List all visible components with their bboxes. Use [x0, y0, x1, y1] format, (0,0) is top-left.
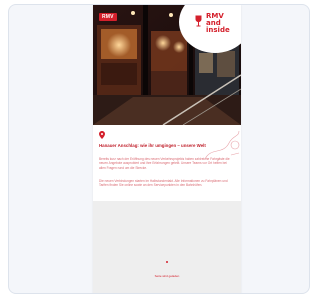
- empty-page-area: Seite wird geladen: [93, 201, 241, 293]
- article-paragraph-1: Bereits kurz nach der Eröffnung des neue…: [99, 157, 230, 170]
- logo-wordmark: RMV and inside: [206, 13, 236, 34]
- article-content: Hanauer Anschlag: wie ihr umgingen – uns…: [93, 125, 241, 201]
- hero-image: RMV RMV and inside: [93, 5, 241, 125]
- footer-mark: Seite wird geladen: [93, 261, 241, 282]
- article-headline: Hanauer Anschlag: wie ihr umgingen – uns…: [99, 143, 206, 148]
- wine-glass-icon: [195, 15, 202, 27]
- logo-line-3: inside: [206, 26, 230, 34]
- brand-logo: RMV and inside: [195, 13, 235, 43]
- mobile-page-preview[interactable]: RMV RMV and inside Hanauer Anschlag: wie…: [93, 5, 241, 293]
- brand-tag: RMV: [99, 13, 117, 21]
- article-paragraph-2: Die neuen Verbindungen starten im Halbst…: [99, 179, 228, 188]
- location-pin-icon: [99, 131, 105, 139]
- footer-text: Seite wird geladen: [154, 274, 180, 278]
- preview-card: RMV RMV and inside Hanauer Anschlag: wie…: [8, 4, 310, 294]
- footer-dot-icon: [166, 261, 168, 263]
